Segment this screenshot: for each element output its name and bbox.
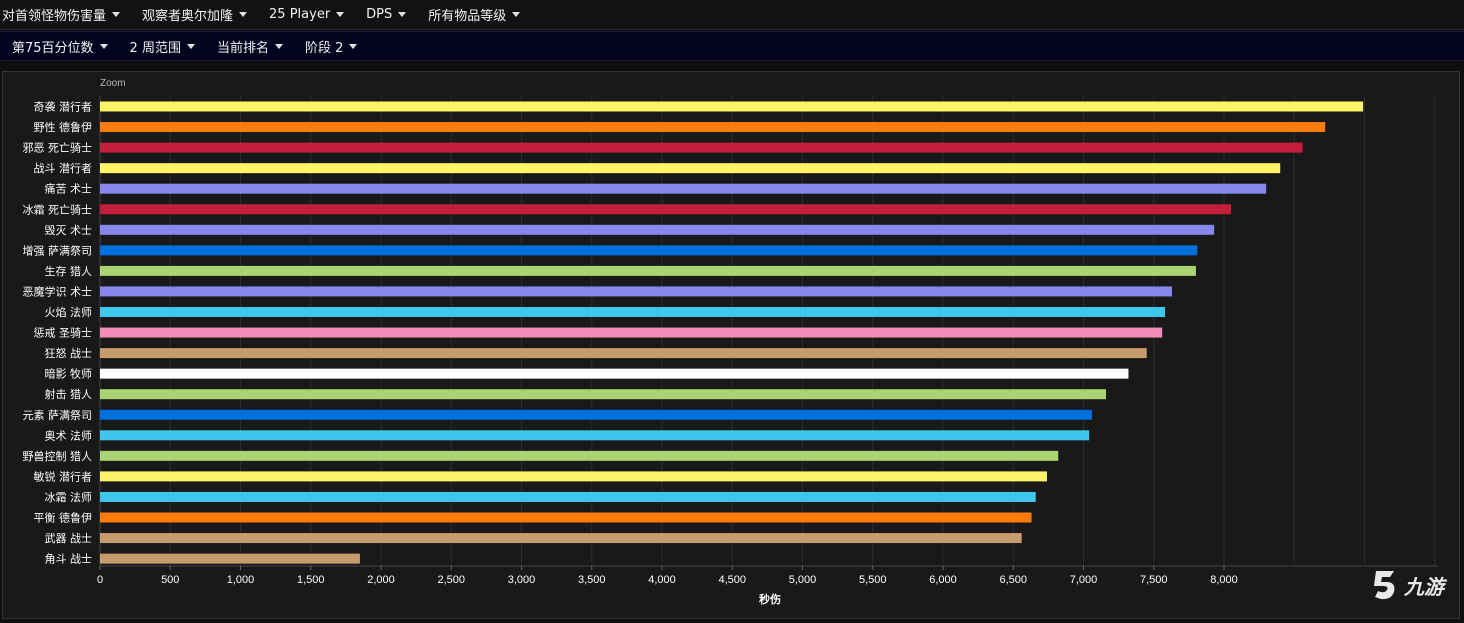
category-label: 射击 猎人 — [45, 387, 93, 401]
category-label: 痛苦 术士 — [45, 182, 93, 196]
x-tick-label: 3,000 — [508, 574, 536, 586]
x-tick-label: 8,000 — [1210, 574, 1238, 586]
bar[interactable] — [100, 163, 1281, 174]
x-tick-label: 4,000 — [648, 574, 676, 586]
bars — [100, 101, 1364, 564]
bar[interactable] — [100, 142, 1303, 153]
bar[interactable] — [100, 224, 1215, 235]
x-tick-label: 500 — [161, 574, 179, 586]
watermark: 九游 — [1370, 568, 1444, 602]
category-label: 奇袭 潜行者 — [34, 100, 93, 114]
bar[interactable] — [100, 183, 1267, 194]
watermark-logo-icon — [1374, 571, 1395, 600]
bar[interactable] — [100, 101, 1364, 112]
x-tick-label: 7,500 — [1140, 574, 1168, 586]
category-label: 野性 德鲁伊 — [34, 120, 93, 134]
bar[interactable] — [100, 450, 1059, 461]
category-label: 平衡 德鲁伊 — [34, 511, 93, 525]
bar[interactable] — [100, 307, 1165, 317]
x-tick-label: 5,500 — [859, 574, 887, 586]
category-label: 恶魔学识 术士 — [23, 284, 93, 298]
category-label: 狂怒 战士 — [45, 346, 93, 360]
bar[interactable] — [100, 471, 1047, 482]
category-labels: 奇袭 潜行者野性 德鲁伊邪恶 死亡骑士战斗 潜行者痛苦 术士冰霜 死亡骑士毁灭 … — [23, 100, 93, 566]
x-axis-title: 秒伤 — [759, 592, 781, 606]
x-tick-label: 6,500 — [999, 574, 1027, 586]
bar[interactable] — [100, 122, 1326, 133]
bar[interactable] — [100, 348, 1147, 359]
category-label: 奥术 法师 — [45, 428, 93, 442]
bar[interactable] — [100, 327, 1163, 338]
bar[interactable] — [100, 245, 1198, 256]
bar[interactable] — [100, 286, 1173, 297]
zoom-label[interactable]: Zoom — [100, 78, 126, 89]
bar[interactable] — [100, 533, 1022, 544]
category-label: 战斗 潜行者 — [34, 161, 93, 175]
category-label: 敏锐 潜行者 — [34, 469, 93, 483]
category-label: 冰霜 死亡骑士 — [23, 202, 93, 216]
x-tick-label: 4,500 — [718, 574, 746, 586]
x-tick-label: 2,500 — [437, 574, 465, 586]
x-tick-label: 3,500 — [578, 574, 606, 586]
bar[interactable] — [100, 389, 1106, 400]
category-label: 暗影 牧师 — [45, 367, 93, 381]
x-tick-label: 5,000 — [789, 574, 817, 586]
x-tick-label: 1,500 — [297, 574, 325, 586]
category-label: 毁灭 术士 — [45, 223, 93, 237]
watermark-text: 九游 — [1404, 574, 1444, 599]
category-label: 冰霜 法师 — [45, 490, 93, 504]
x-tick-label: 7,000 — [1070, 574, 1098, 586]
category-label: 武器 战士 — [45, 532, 93, 545]
x-tick-label: 6,000 — [929, 574, 957, 586]
category-label: 惩戒 圣骑士 — [34, 327, 93, 340]
bar[interactable] — [100, 512, 1032, 523]
bar[interactable] — [100, 491, 1036, 502]
bar[interactable] — [100, 204, 1232, 215]
category-label: 邪恶 死亡骑士 — [23, 141, 93, 155]
category-label: 火焰 法师 — [45, 305, 93, 319]
x-tick-label: 2,000 — [367, 574, 395, 586]
category-label: 增强 萨满祭司 — [23, 243, 93, 257]
bar[interactable] — [100, 368, 1129, 379]
x-tick-label: 0 — [97, 574, 103, 586]
category-label: 生存 猎人 — [45, 264, 93, 278]
category-label: 角斗 战士 — [45, 553, 93, 566]
category-label: 野兽控制 猎人 — [23, 449, 93, 463]
bar[interactable] — [100, 430, 1090, 441]
bar[interactable] — [100, 265, 1196, 276]
dps-bar-chart: 奇袭 潜行者野性 德鲁伊邪恶 死亡骑士战斗 潜行者痛苦 术士冰霜 死亡骑士毁灭 … — [23, 78, 1438, 606]
bar[interactable] — [100, 553, 360, 564]
x-tick-label: 1,000 — [227, 574, 255, 586]
bar[interactable] — [100, 409, 1092, 420]
x-tick-labels: 0 500 1,000 1,500 2,000 2,500 3,000 3,500 4,000 4… — [97, 566, 1238, 586]
category-label: 元素 萨满祭司 — [23, 409, 93, 422]
